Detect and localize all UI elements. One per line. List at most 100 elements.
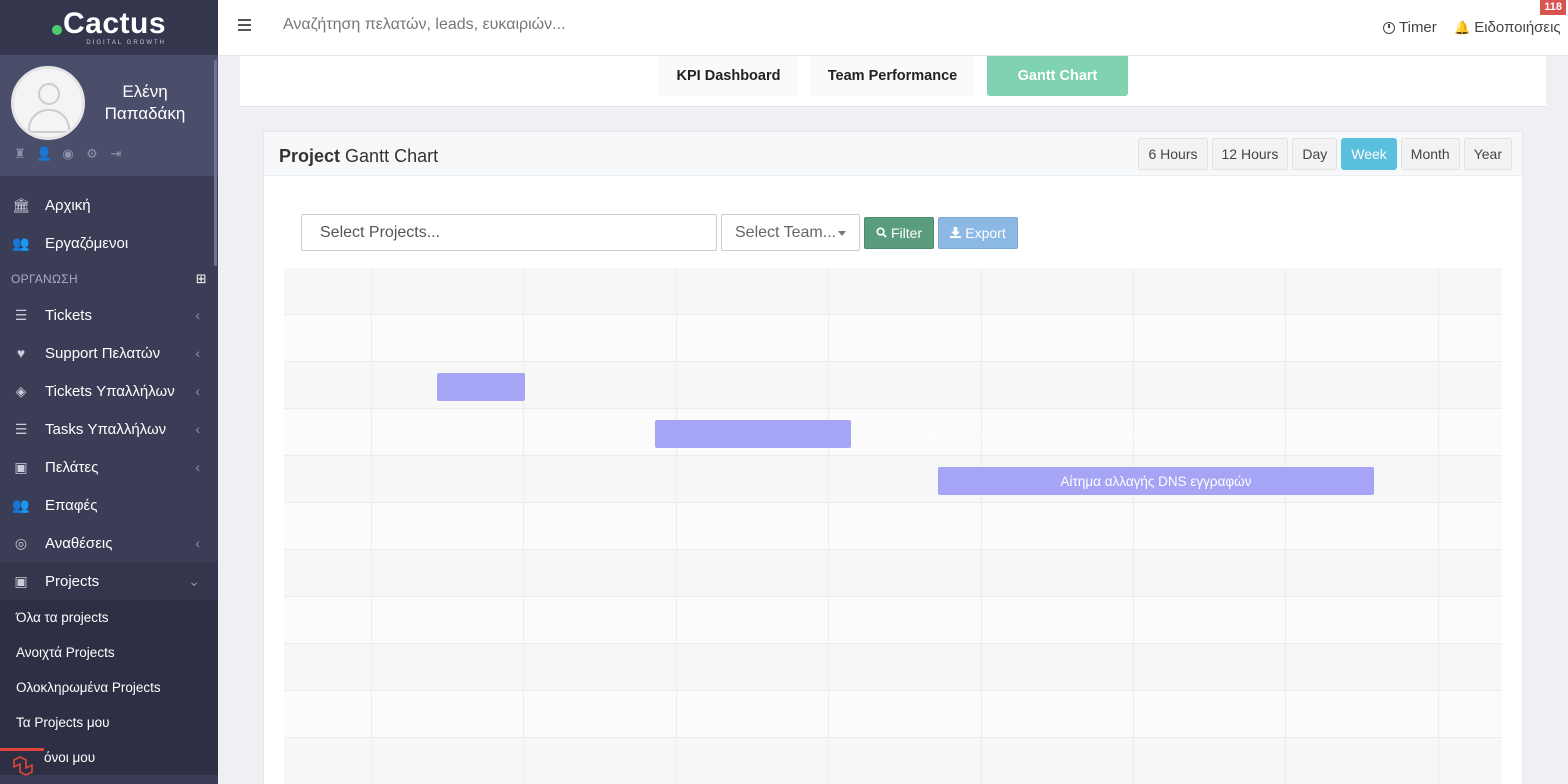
sidebar-item-employees[interactable]: 👥 Εργαζόμενοι	[0, 224, 218, 262]
sidebar-item-label: Projects	[45, 572, 100, 590]
select-projects[interactable]: Select Projects...	[301, 214, 717, 251]
chevron-left-icon: ‹	[195, 307, 200, 323]
range-6-hours-button[interactable]: 6 Hours	[1138, 138, 1208, 170]
eye-icon[interactable]: ◉	[60, 146, 76, 162]
timer-button[interactable]: Timer	[1383, 19, 1437, 36]
user-name: Ελένη Παπαδάκη	[104, 82, 186, 123]
section-label: ΟΡΓΑΝΩΣΗ	[11, 272, 78, 286]
gear-icon[interactable]: ⚙	[84, 146, 100, 162]
sidebar-subitem-open-projects[interactable]: Ανοιχτά Projects	[0, 635, 218, 670]
search-icon	[876, 227, 887, 238]
laravel-debugbar-icon[interactable]	[12, 756, 36, 778]
sidebar-subitem-my-projects[interactable]: Τα Projects μου	[0, 705, 218, 740]
range-month-button[interactable]: Month	[1400, 138, 1460, 170]
gantt-grid-line	[676, 268, 677, 784]
sidebar-item-employee-tickets[interactable]: ◈ Tickets Υπαλλήλων ‹	[0, 372, 218, 410]
user-quick-icons: ♜ 👤 ◉ ⚙ ⇥	[12, 146, 124, 162]
select-team[interactable]: Select Team...	[721, 214, 860, 251]
users-icon: 👥	[12, 234, 30, 251]
sidebar-item-tickets[interactable]: ☰ Tickets ‹	[0, 296, 218, 334]
export-button[interactable]: Export	[938, 216, 1018, 249]
gantt-chart: Έλεγχος ασφαλείας / έκδοση νέου πιστοποι…	[284, 268, 1502, 784]
gantt-row	[284, 738, 1502, 784]
gantt-grid-line	[828, 268, 829, 784]
chevron-left-icon: ‹	[195, 383, 200, 399]
lifebuoy-icon: ◎	[14, 534, 28, 551]
notifications-count-badge: 118	[1540, 0, 1566, 15]
range-year-button[interactable]: Year	[1463, 138, 1512, 170]
logo[interactable]: Cactus DIGITAL GROWTH	[51, 9, 167, 46]
bank-icon: 🏛	[12, 196, 30, 213]
chevron-left-icon: ‹	[195, 421, 200, 437]
gantt-grid-line	[371, 268, 372, 784]
sidebar-item-employee-tasks[interactable]: ☰ Tasks Υπαλλήλων ‹	[0, 410, 218, 448]
chevron-left-icon: ‹	[195, 459, 200, 475]
filter-button[interactable]: Filter	[864, 216, 934, 249]
sitemap-icon[interactable]: ⊞	[196, 271, 207, 287]
gantt-row	[284, 597, 1502, 644]
sidebar-item-customers[interactable]: ▣ Πελάτες ‹	[0, 448, 218, 486]
notifications-button[interactable]: 🔔 Ειδοποιήσεις	[1454, 19, 1561, 36]
logo-dot	[51, 25, 62, 35]
gantt-grid-line	[1285, 268, 1286, 784]
chess-icon[interactable]: ♜	[12, 146, 28, 162]
gantt-row	[284, 268, 1502, 315]
range-week-button[interactable]: Week	[1341, 138, 1397, 170]
sidebar: Cactus DIGITAL GROWTH Ελένη Παπαδάκη ♜ 👤…	[0, 0, 218, 784]
gantt-panel: Project Gantt Chart 6 Hours 12 Hours Day…	[263, 131, 1523, 784]
sidebar-item-projects[interactable]: ▣ Projects ⌄	[0, 562, 218, 600]
range-12-hours-button[interactable]: 12 Hours	[1211, 138, 1289, 170]
gantt-row	[284, 691, 1502, 738]
sidebar-nav: 🏛 Αρχική 👥 Εργαζόμενοι ΟΡΓΑΝΩΣΗ ⊞ ☰ Tick…	[0, 186, 218, 775]
sidebar-subitem-all-projects[interactable]: Όλα τα projects	[0, 600, 218, 635]
sidebar-subitem-completed-projects[interactable]: Ολοκληρωμένα Projects	[0, 670, 218, 705]
gantt-row	[284, 503, 1502, 550]
user-icon[interactable]: 👤	[36, 146, 52, 162]
gantt-task-bar[interactable]: Αίτημα αλλαγής DNS εγγραφών	[938, 467, 1374, 495]
tab-team-performance[interactable]: Team Performance	[810, 56, 975, 96]
gantt-grid-line	[1133, 268, 1134, 784]
logo-tagline: DIGITAL GROWTH	[86, 40, 167, 46]
logo-area[interactable]: Cactus DIGITAL GROWTH	[0, 0, 218, 55]
search-input[interactable]	[283, 16, 883, 34]
sidebar-item-label: Επαφές	[45, 496, 98, 514]
caret-down-icon	[838, 231, 846, 236]
chevron-down-icon: ⌄	[188, 572, 200, 589]
time-range-group: 6 Hours 12 Hours Day Week Month Year	[1138, 138, 1512, 170]
tab-kpi-dashboard[interactable]: KPI Dashboard	[658, 56, 799, 96]
sidebar-item-assignments[interactable]: ◎ Αναθέσεις ‹	[0, 524, 218, 562]
briefcase-icon: ▣	[14, 458, 28, 475]
gantt-filters: Select Projects... Select Team... Filter…	[301, 214, 1018, 251]
gantt-task-label: Έλεγχος ασφαλείας / έκδοση νέου πιστοποι…	[857, 426, 1144, 441]
chevron-left-icon: ‹	[195, 345, 200, 361]
avatar[interactable]	[11, 66, 85, 140]
sidebar-section-organization: ΟΡΓΑΝΩΣΗ ⊞	[0, 262, 218, 296]
tasks-icon: ☰	[14, 420, 28, 437]
panel-header: Project Gantt Chart 6 Hours 12 Hours Day…	[264, 132, 1522, 176]
tab-gantt-chart[interactable]: Gantt Chart	[987, 56, 1128, 96]
sidebar-item-home[interactable]: 🏛 Αρχική	[0, 186, 218, 224]
list-icon: ☰	[14, 306, 28, 323]
users-icon: 👥	[12, 496, 30, 513]
sidebar-item-customer-support[interactable]: ♥ Support Πελατών ‹	[0, 334, 218, 372]
sidebar-item-label: Tickets	[45, 306, 92, 324]
gantt-task-bar[interactable]	[437, 373, 525, 401]
hamburger-menu-icon[interactable]	[238, 19, 251, 31]
sidebar-scrollbar[interactable]	[214, 60, 217, 266]
gantt-row	[284, 315, 1502, 362]
download-icon	[950, 227, 962, 238]
sidebar-item-label: Support Πελατών	[45, 344, 161, 362]
gantt-grid-line	[1438, 268, 1439, 784]
sidebar-item-contacts[interactable]: 👥 Επαφές	[0, 486, 218, 524]
sidebar-item-label: Αρχική	[45, 196, 91, 214]
gantt-grid-line	[981, 268, 982, 784]
sidebar-item-label: Αναθέσεις	[45, 534, 113, 552]
logout-icon[interactable]: ⇥	[108, 146, 124, 162]
chevron-left-icon: ‹	[195, 535, 200, 551]
topbar: Timer 🔔 Ειδοποιήσεις 118	[218, 0, 1568, 56]
gantt-task-bar[interactable]	[655, 420, 851, 448]
tags-icon: ◈	[15, 382, 27, 399]
range-day-button[interactable]: Day	[1292, 138, 1338, 170]
panel-title: Project Gantt Chart	[279, 146, 439, 166]
sidebar-item-label: Tickets Υπαλλήλων	[45, 382, 175, 400]
